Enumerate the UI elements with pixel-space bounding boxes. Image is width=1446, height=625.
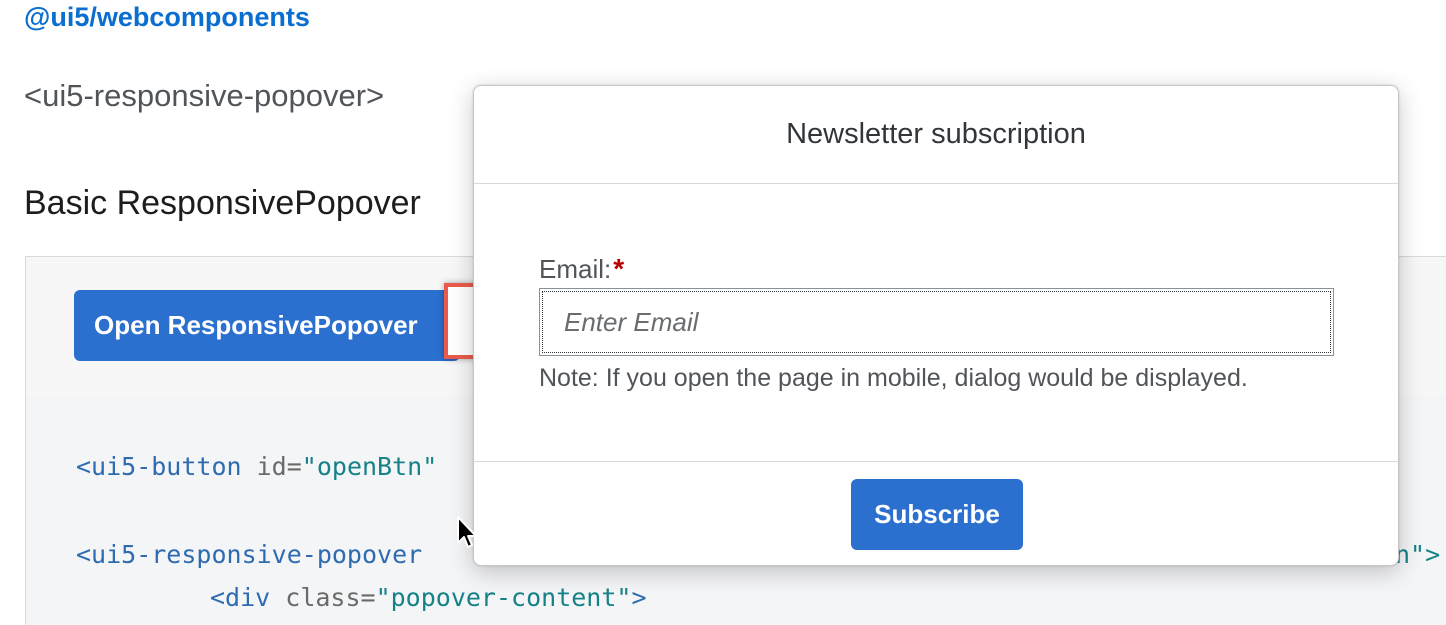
package-link[interactable]: @ui5/webcomponents bbox=[24, 2, 310, 33]
code-token: "openBtn" bbox=[301, 452, 438, 481]
code-token: <ui5-responsive-popover bbox=[76, 540, 423, 569]
code-line-tail: n"> bbox=[1395, 540, 1440, 569]
open-responsive-popover-button[interactable]: Open ResponsivePopover bbox=[74, 290, 460, 361]
code-line: <ui5-button id="openBtn" bbox=[76, 452, 437, 481]
mobile-note: Note: If you open the page in mobile, di… bbox=[539, 364, 1248, 392]
code-line: <ui5-responsive-popover bbox=[76, 540, 422, 569]
section-title: Basic ResponsivePopover bbox=[24, 184, 421, 222]
subscribe-button[interactable]: Subscribe bbox=[851, 479, 1023, 550]
email-input[interactable] bbox=[539, 288, 1334, 356]
component-tag-title: <ui5-responsive-popover> bbox=[24, 78, 385, 113]
code-token: <ui5-button bbox=[76, 452, 242, 481]
code-token: n"> bbox=[1395, 540, 1441, 569]
newsletter-popover: Newsletter subscription Email:* Note: If… bbox=[473, 85, 1399, 566]
email-label-text: Email: bbox=[539, 254, 612, 284]
required-indicator: * bbox=[613, 253, 625, 284]
popover-title: Newsletter subscription bbox=[474, 86, 1398, 184]
mouse-pointer-icon bbox=[457, 516, 477, 548]
code-token: id= bbox=[241, 452, 302, 481]
email-label: Email:* bbox=[539, 253, 624, 285]
